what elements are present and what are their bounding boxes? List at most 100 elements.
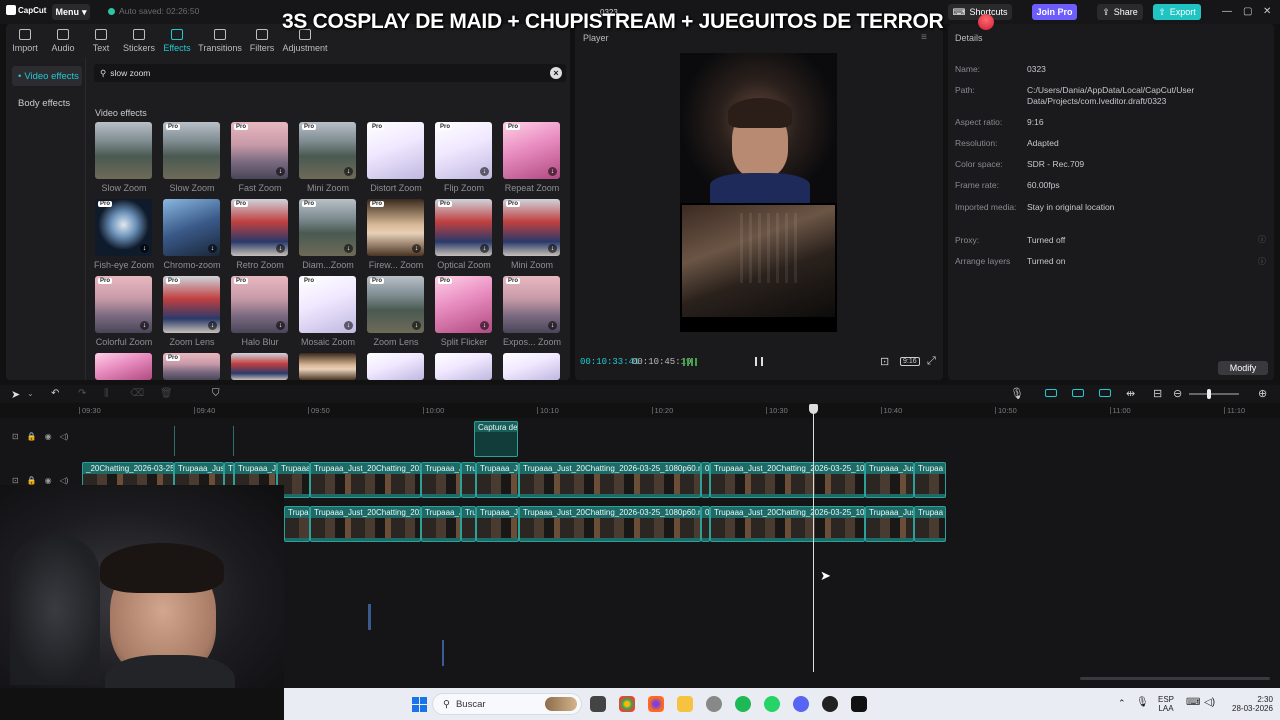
close-window-icon[interactable]: ✕	[1263, 6, 1271, 17]
download-icon[interactable]: ↓	[276, 244, 285, 253]
video-clip[interactable]: Trupaaa_Ju	[476, 506, 519, 542]
tab-effects[interactable]: Effects	[158, 26, 196, 56]
download-icon[interactable]: ↓	[548, 167, 557, 176]
fullscreen-icon[interactable]: ⤢	[927, 355, 936, 368]
aspect-ratio-icon[interactable]: 9:16	[900, 357, 920, 366]
video-clip[interactable]: Tru	[461, 462, 476, 498]
tab-filters[interactable]: Filters	[242, 26, 282, 56]
magnet-icon[interactable]	[1045, 389, 1057, 397]
export-button[interactable]: ⇧ Export	[1153, 4, 1201, 20]
fit-view-icon[interactable]: ⊡	[880, 355, 889, 368]
effect-thumbnail[interactable]: Pro ↓	[299, 276, 356, 333]
effect-thumbnail[interactable]: Pro	[367, 122, 424, 179]
download-icon[interactable]: ↓	[208, 321, 217, 330]
download-icon[interactable]: ↓	[140, 244, 149, 253]
search-input[interactable]: ⚲ slow zoom ×	[94, 64, 566, 82]
windows-start-icon[interactable]	[412, 697, 427, 712]
download-icon[interactable]: ↓	[344, 321, 353, 330]
spotify-icon[interactable]	[735, 696, 751, 712]
video-clip[interactable]: Trupaaa_Just_20Chatting_2026-	[310, 462, 421, 498]
video-clip[interactable]: Trupaaa_Ju	[476, 462, 519, 498]
microphone-icon[interactable]: 🎙	[1136, 697, 1149, 708]
obs-icon[interactable]	[822, 696, 838, 712]
effect-thumbnail[interactable]	[231, 353, 288, 380]
effect-thumbnail[interactable]: Pro ↓	[367, 276, 424, 333]
video-clip[interactable]: Trupaaa_Just_20Chatting_2026-03-25_1080p	[710, 506, 865, 542]
network-icon[interactable]: ⌨	[1186, 697, 1200, 708]
track-select-icon[interactable]: ⊡	[12, 432, 19, 441]
task-view-icon[interactable]	[590, 696, 606, 712]
effect-thumbnail[interactable]: Pro ↓	[299, 122, 356, 179]
category-body-effects[interactable]: Body effects	[12, 93, 82, 113]
download-icon[interactable]: ↓	[480, 167, 489, 176]
effect-thumbnail[interactable]: Pro ↓	[503, 276, 560, 333]
effect-thumbnail[interactable]: Pro ↓	[503, 122, 560, 179]
timeline-ruler[interactable]: 09:30 09:40 09:50 10:00 10:10 10:20 10:30 10:40…	[79, 404, 1280, 418]
download-icon[interactable]: ↓	[208, 244, 217, 253]
effect-thumbnail[interactable]: Pro ↓	[367, 199, 424, 256]
effect-thumbnail[interactable]	[367, 353, 424, 380]
tab-import[interactable]: Import	[6, 26, 44, 56]
microphone-icon[interactable]: 🎙	[1010, 387, 1024, 400]
preview-axis-icon[interactable]	[1099, 389, 1111, 397]
whatsapp-icon[interactable]	[764, 696, 780, 712]
download-icon[interactable]: ↓	[480, 321, 489, 330]
info-icon[interactable]: ⓘ	[1258, 256, 1266, 267]
effect-thumbnail[interactable]: Pro ↓	[231, 122, 288, 179]
effect-thumbnail[interactable]	[95, 353, 152, 380]
effect-thumbnail[interactable]	[503, 353, 560, 380]
discord-icon[interactable]	[793, 696, 809, 712]
tab-stickers[interactable]: Stickers	[120, 26, 158, 56]
minimize-icon[interactable]: —	[1222, 6, 1232, 17]
chevron-up-icon[interactable]: ⌃	[1118, 698, 1126, 709]
video-clip[interactable]: Trupaaa_Just_20Chatting_2026-03-25_1080p	[710, 462, 865, 498]
video-clip[interactable]: Trupaaa_Just	[865, 462, 914, 498]
speaker-icon[interactable]: ◁)	[60, 476, 69, 485]
track-select-icon[interactable]: ⊡	[12, 476, 19, 485]
align-icon[interactable]: ⇹	[1126, 387, 1135, 400]
effect-thumbnail[interactable]: ↓	[163, 199, 220, 256]
tab-text[interactable]: Text	[82, 26, 120, 56]
video-clip[interactable]: Trupaaa_	[284, 506, 310, 542]
playhead[interactable]	[813, 404, 814, 672]
effect-thumbnail[interactable]: Pro ↓	[435, 276, 492, 333]
video-clip[interactable]: Tru	[461, 506, 476, 542]
split-icon[interactable]: ⫼	[104, 388, 109, 399]
download-icon[interactable]: ↓	[344, 244, 353, 253]
video-clip[interactable]: Trupaaa_Just	[865, 506, 914, 542]
effect-thumbnail[interactable]: Pro ↓	[435, 199, 492, 256]
undo-icon[interactable]: ↶	[51, 388, 59, 399]
playhead-handle[interactable]	[809, 404, 818, 414]
video-clip[interactable]: Trupaaa_Ju	[421, 506, 461, 542]
redo-icon[interactable]: ↷	[78, 388, 86, 399]
maximize-icon[interactable]: ▢	[1243, 6, 1252, 17]
video-clip[interactable]: Trupaaa_Just_20Chatting_2026-03-25_1080p…	[519, 506, 701, 542]
settings-icon[interactable]	[706, 696, 722, 712]
info-icon[interactable]: ⓘ	[1258, 234, 1266, 245]
effect-thumbnail[interactable]: Pro ↓	[95, 199, 152, 256]
download-icon[interactable]: ↓	[480, 244, 489, 253]
caption-icon[interactable]: ⊟	[1153, 387, 1162, 400]
video-clip[interactable]: Trupaa	[914, 462, 946, 498]
download-icon[interactable]: ↓	[548, 321, 557, 330]
download-icon[interactable]: ↓	[276, 321, 285, 330]
effect-thumbnail[interactable]: Pro ↓	[231, 199, 288, 256]
zoom-out-icon[interactable]: ⊖	[1173, 387, 1182, 400]
delete-icon[interactable]: 🗑	[160, 388, 173, 399]
video-clip[interactable]: Trupaa	[914, 506, 946, 542]
chrome-icon[interactable]	[619, 696, 635, 712]
effect-thumbnail[interactable]	[299, 353, 356, 380]
select-tool-icon[interactable]: ➤	[11, 388, 20, 401]
category-video-effects[interactable]: • Video effects	[12, 66, 82, 86]
effect-thumbnail[interactable]: Pro ↓	[231, 276, 288, 333]
effect-thumbnail[interactable]: Pro ↓	[299, 199, 356, 256]
firefox-icon[interactable]	[648, 696, 664, 712]
tab-audio[interactable]: Audio	[44, 26, 82, 56]
capcut-taskbar-icon[interactable]	[851, 696, 867, 712]
delete-left-icon[interactable]: ⌫	[130, 388, 144, 399]
eye-icon[interactable]: ◉	[45, 476, 52, 485]
zoom-slider-handle[interactable]	[1207, 389, 1211, 399]
share-button[interactable]: ⇪ Share	[1097, 4, 1143, 20]
video-preview[interactable]	[680, 53, 837, 332]
marker-icon[interactable]: ⛉	[212, 388, 220, 399]
